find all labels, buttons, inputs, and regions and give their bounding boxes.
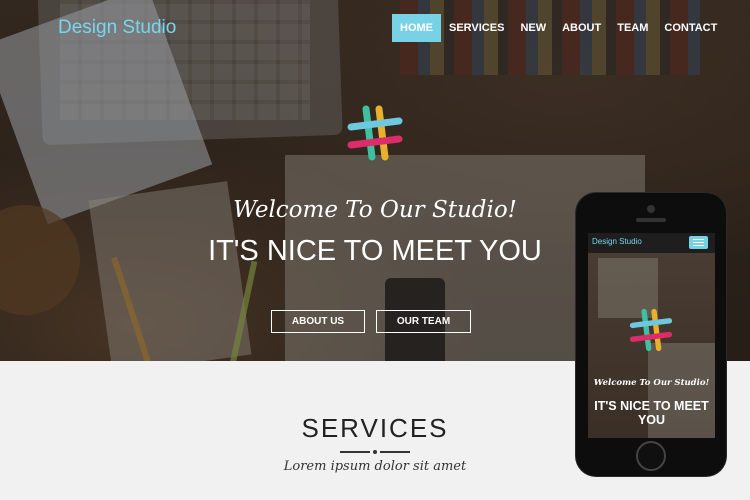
phone-navbar: Design Studio xyxy=(588,233,715,253)
phone-camera xyxy=(647,205,655,213)
hamburger-menu-icon xyxy=(689,236,708,249)
nav-item-services[interactable]: SERVICES xyxy=(441,14,512,42)
about-us-button[interactable]: ABOUT US xyxy=(271,310,365,333)
nav-item-about[interactable]: ABOUT xyxy=(554,14,609,42)
phone-home-button xyxy=(636,441,666,471)
divider-line xyxy=(380,451,410,453)
nav-item-team[interactable]: TEAM xyxy=(609,14,656,42)
phone-slack-hash-logo-icon xyxy=(629,308,673,352)
phone-speaker xyxy=(636,218,666,222)
our-team-button[interactable]: OUR TEAM xyxy=(376,310,471,333)
brand-logo-text[interactable]: Design Studio xyxy=(58,17,176,39)
nav-item-contact[interactable]: CONTACT xyxy=(656,14,725,42)
phone-brand-text: Design Studio xyxy=(592,237,642,246)
divider-dot xyxy=(373,450,377,454)
phone-welcome: Welcome To Our Studio! xyxy=(593,378,710,388)
nav-item-home[interactable]: HOME xyxy=(392,14,441,42)
main-nav: HOME SERVICES NEW ABOUT TEAM CONTACT xyxy=(392,14,725,42)
nav-item-new[interactable]: NEW xyxy=(512,14,554,42)
divider-line xyxy=(340,451,370,453)
phone-headline: IT'S NICE TO MEET YOU xyxy=(594,399,709,427)
slack-hash-logo-icon xyxy=(347,105,403,161)
section-divider xyxy=(340,450,410,454)
